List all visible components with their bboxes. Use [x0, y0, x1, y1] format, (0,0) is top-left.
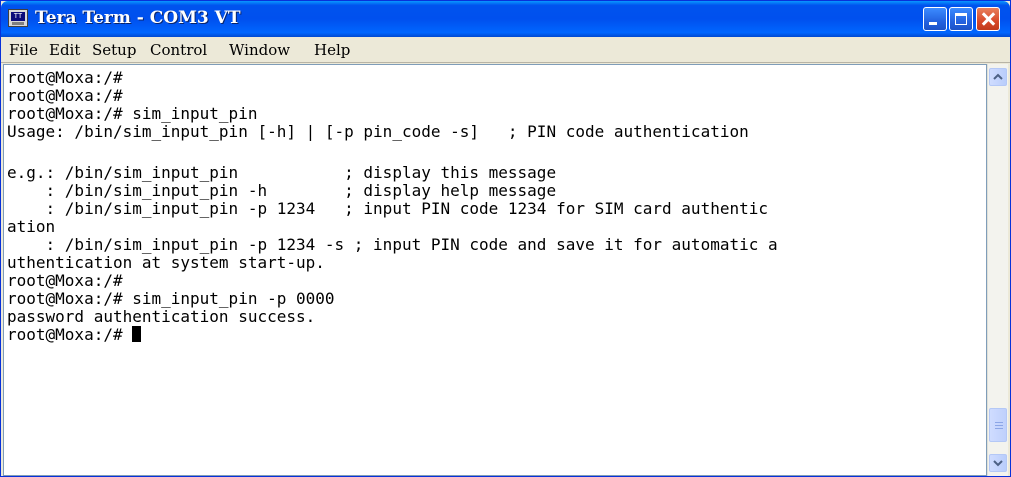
thumb-grip [995, 425, 1003, 426]
minimize-button[interactable] [923, 7, 947, 31]
tera-term-window: TT Tera Term - COM3 VT File Edit Setup C… [0, 0, 1011, 477]
title-bar[interactable]: TT Tera Term - COM3 VT [1, 1, 1010, 37]
scroll-thumb[interactable] [989, 408, 1007, 442]
terminal-line: : /bin/sim_input_pin -p 1234 ; input PIN… [7, 199, 768, 218]
terminal-line: : /bin/sim_input_pin -h ; display help m… [7, 181, 557, 200]
terminal-prompt-line: root@Moxa:/# [7, 325, 142, 344]
terminal-area[interactable]: root@Moxa:/# root@Moxa:/# root@Moxa:/# s… [3, 64, 987, 476]
thumb-grip [995, 428, 1003, 429]
maximize-button[interactable] [949, 7, 973, 31]
terminal-line: : /bin/sim_input_pin -p 1234 -s ; input … [7, 235, 778, 254]
menu-file[interactable]: File [9, 41, 38, 59]
terminal-line: root@Moxa:/# [7, 68, 123, 87]
terminal-cursor [132, 326, 142, 342]
menu-window[interactable]: Window [229, 41, 290, 59]
scroll-down-button[interactable] [989, 454, 1007, 472]
app-icon-base [12, 22, 24, 25]
terminal-line: uthentication at system start-up. [7, 253, 325, 272]
menu-edit[interactable]: Edit [49, 41, 80, 59]
terminal-line: root@Moxa:/# sim_input_pin [7, 104, 258, 123]
terminal-line: root@Moxa:/# sim_input_pin -p 0000 [7, 289, 335, 308]
scroll-up-button[interactable] [989, 68, 1007, 86]
window-title: Tera Term - COM3 VT [35, 8, 241, 28]
terminal-line: Usage: /bin/sim_input_pin [-h] | [-p pin… [7, 122, 749, 141]
menu-help[interactable]: Help [314, 41, 350, 59]
terminal-prompt: root@Moxa:/# [7, 325, 133, 344]
chevron-up-icon [993, 73, 1003, 80]
app-icon-label: TT [11, 12, 25, 21]
terminal-line: password authentication success. [7, 307, 316, 326]
close-button[interactable] [976, 7, 1000, 31]
terminal-line: ation [7, 217, 56, 236]
terminal-line: root@Moxa:/# [7, 86, 123, 105]
terminal-line: root@Moxa:/# [7, 271, 123, 290]
chevron-down-icon [993, 460, 1003, 467]
tera-term-icon[interactable]: TT [8, 9, 28, 27]
maximize-icon [955, 13, 967, 25]
vertical-scrollbar[interactable] [987, 64, 1008, 476]
menu-setup[interactable]: Setup [92, 41, 136, 59]
menu-bar: File Edit Setup Control Window Help [1, 37, 1010, 63]
thumb-grip [995, 422, 1003, 423]
menu-control[interactable]: Control [150, 41, 207, 59]
terminal-line: e.g.: /bin/sim_input_pin ; display this … [7, 163, 557, 182]
minimize-icon [929, 22, 937, 25]
